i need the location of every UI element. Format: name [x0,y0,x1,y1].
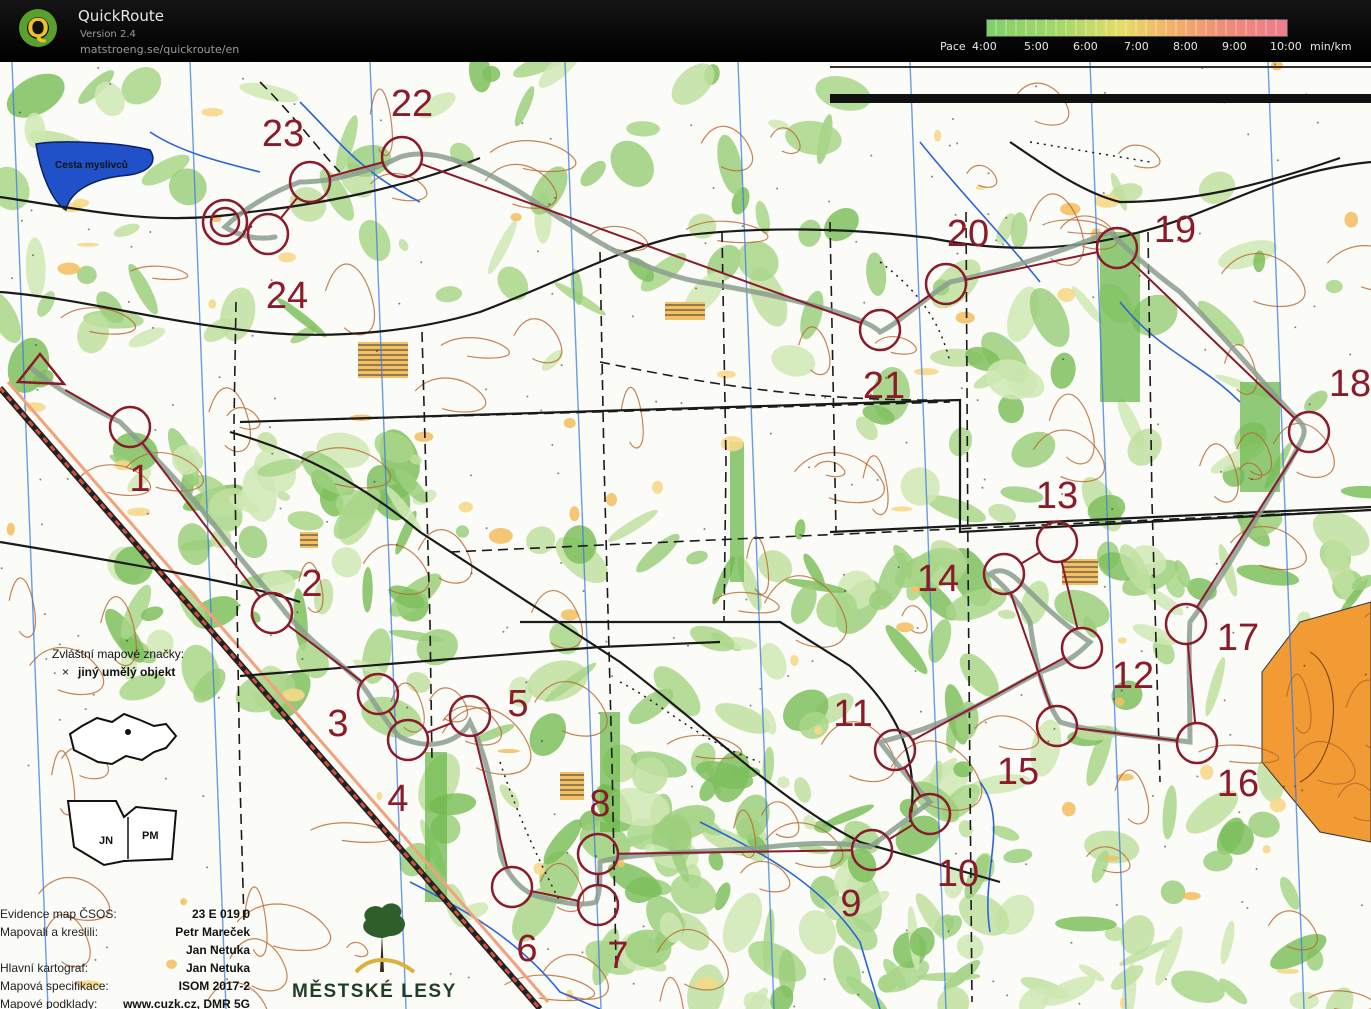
control-number: 6 [516,928,537,970]
map-border-bar [830,94,1371,103]
control-number: 16 [1217,763,1259,805]
lake-label: Cesta myslivců [55,160,128,171]
pace-tick-label: 7:00 [1124,40,1149,53]
orienteering-map[interactable]: 1 2 3 4 5 6 7 8 9 10 11 12 13 14 15 16 17 18 19 20 21 22 23 24 … [0,62,1371,1009]
pace-unit: min/km [1310,40,1352,53]
pace-tick-label: 4:00 [972,40,997,53]
brand-name: MĚSTSKÉ LESY [292,981,457,1002]
control-number: 5 [507,683,528,725]
app-title: QuickRoute [78,7,164,25]
control-number: 23 [262,113,304,155]
map-sheet-inset [66,800,178,867]
special-symbol-marker: × [62,665,70,679]
control-number: 18 [1329,363,1371,405]
control-number: 8 [589,783,610,825]
control-number: 19 [1154,209,1196,251]
pace-tick-label: 6:00 [1073,40,1098,53]
metadata-value: Jan Netuka [185,961,250,975]
app-url-link[interactable]: matstroeng.se/quickroute/en [80,43,239,56]
control-number: 14 [917,558,959,600]
control-number: 3 [327,703,348,745]
control-number: 12 [1112,655,1154,697]
inset-label-jn: JN [99,835,114,847]
control-number: 9 [840,883,861,925]
inset-label-pm: PM [142,830,159,842]
control-number: 17 [1217,617,1259,659]
control-number: 22 [391,83,433,125]
tree-logo-icon [354,903,416,974]
app-version: Version 2.4 [80,29,136,40]
pace-tick-label: 10:00 [1270,40,1302,53]
control-number: 15 [997,751,1039,793]
control-number: 21 [863,365,905,407]
metadata-label: Mapovali a kreslili: [0,925,99,939]
control-number: 1 [129,458,150,500]
top-bar: Q QuickRoute Version 2.4 matstroeng.se/q… [0,0,1371,62]
metadata-value: Jan Netuka [185,943,250,957]
control-number: 13 [1036,475,1078,517]
pace-color-scale [986,19,1288,37]
control-number: 11 [833,693,872,735]
control-number: 10 [937,853,979,895]
special-symbols-title: Zvláštní mapové značky: [52,647,185,661]
metadata-value: www.cuzk.cz, DMR 5G [123,997,250,1009]
pace-label: Pace [940,40,966,53]
metadata-value: 23 E 019 0 [191,907,250,921]
quickroute-logo-icon: Q [19,9,57,47]
metadata-value: Petr Mareček [175,925,250,939]
metadata-label: Mapové podklady: [0,997,98,1009]
svg-text:Q: Q [27,12,49,43]
control-number: 2 [301,563,322,605]
pace-tick-label: 5:00 [1024,40,1049,53]
country-outline-icon [68,712,178,766]
metadata-label: Hlavní kartograf: [0,961,89,975]
special-symbol-label: jiný umělý objekt [78,665,176,679]
metadata-label: Evidence map ČSOS: [0,907,117,921]
metadata-value: ISOM 2017-2 [178,979,250,993]
metadata-label: Mapová specifikace: [0,979,109,993]
pace-tick-label: 9:00 [1222,40,1247,53]
control-number: 7 [607,935,628,977]
control-number: 24 [266,275,308,317]
control-number: 4 [387,778,408,820]
map-canvas: 123456 789101112131415 161718192021222324 [0,62,1371,1009]
pace-tick-label: 8:00 [1173,40,1198,53]
control-number: 20 [947,213,989,255]
